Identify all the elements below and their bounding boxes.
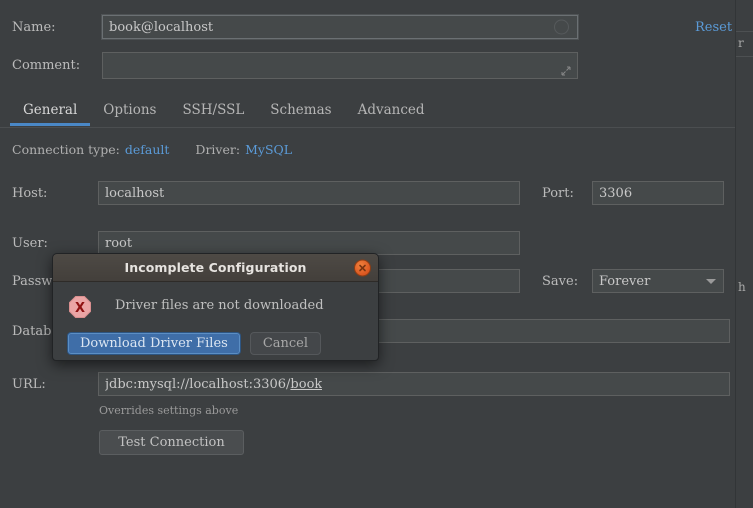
tab-ssh-ssl[interactable]: SSH/SSL bbox=[169, 98, 257, 126]
name-label: Name: bbox=[12, 20, 102, 35]
url-input[interactable]: jdbc:mysql://localhost:3306/book bbox=[98, 372, 730, 396]
url-label: URL: bbox=[12, 377, 98, 392]
test-connection-button[interactable]: Test Connection bbox=[99, 430, 244, 455]
tab-advanced[interactable]: Advanced bbox=[345, 98, 438, 126]
url-input-prefix: jdbc:mysql://localhost:3306/ bbox=[105, 377, 290, 392]
user-input[interactable]: root bbox=[98, 231, 520, 255]
dialog-message: Driver files are not downloaded bbox=[115, 298, 324, 313]
connection-type-value[interactable]: default bbox=[125, 142, 170, 157]
dialog-button-group: Download Driver Files Cancel bbox=[67, 332, 321, 355]
url-input-database: book bbox=[290, 377, 322, 392]
svg-text:X: X bbox=[75, 301, 85, 316]
right-edge-panel: r h bbox=[735, 0, 753, 508]
url-hint: Overrides settings above bbox=[99, 404, 238, 417]
name-row: Name: book@localhost bbox=[12, 15, 578, 39]
divider bbox=[736, 31, 753, 32]
driver-label: Driver: bbox=[195, 142, 240, 157]
port-input-value: 3306 bbox=[599, 186, 632, 201]
settings-tabs: General Options SSH/SSL Schemas Advanced bbox=[0, 98, 736, 128]
reset-link[interactable]: Reset bbox=[695, 20, 732, 35]
incomplete-configuration-dialog: Incomplete Configuration X Driver files … bbox=[52, 253, 379, 361]
port-label: Port: bbox=[542, 186, 592, 201]
save-row: Save: Forever bbox=[542, 269, 724, 293]
cancel-button[interactable]: Cancel bbox=[250, 332, 321, 355]
comment-label: Comment: bbox=[12, 58, 102, 73]
port-row: Port: 3306 bbox=[542, 181, 724, 205]
host-label: Host: bbox=[12, 186, 98, 201]
save-select-value: Forever bbox=[599, 274, 650, 289]
chevron-down-icon bbox=[706, 279, 716, 284]
connection-type-row: Connection type: default Driver: MySQL bbox=[12, 142, 292, 157]
download-driver-files-button[interactable]: Download Driver Files bbox=[67, 332, 241, 355]
user-row: User: root bbox=[12, 231, 520, 255]
name-status-circle-icon bbox=[554, 20, 569, 35]
error-octagon-icon: X bbox=[68, 295, 92, 319]
comment-input[interactable] bbox=[102, 52, 578, 79]
right-fragment-mid: h bbox=[738, 280, 746, 294]
tab-options[interactable]: Options bbox=[90, 98, 169, 126]
user-label: User: bbox=[12, 236, 98, 251]
dialog-titlebar: Incomplete Configuration bbox=[53, 254, 378, 282]
dialog-title: Incomplete Configuration bbox=[124, 260, 306, 275]
tab-schemas[interactable]: Schemas bbox=[257, 98, 344, 126]
divider bbox=[736, 56, 753, 57]
driver-value[interactable]: MySQL bbox=[245, 142, 292, 157]
name-input-value: book@localhost bbox=[109, 20, 213, 35]
name-input[interactable]: book@localhost bbox=[102, 15, 578, 39]
close-icon[interactable] bbox=[354, 259, 371, 276]
save-label: Save: bbox=[542, 274, 592, 289]
user-input-value: root bbox=[105, 236, 132, 251]
expand-icon[interactable] bbox=[561, 65, 571, 75]
comment-row: Comment: bbox=[12, 52, 578, 79]
save-select[interactable]: Forever bbox=[592, 269, 724, 293]
dialog-body: X Driver files are not downloaded Downlo… bbox=[53, 282, 378, 361]
host-row: Host: localhost bbox=[12, 181, 520, 205]
port-input[interactable]: 3306 bbox=[592, 181, 724, 205]
tab-general[interactable]: General bbox=[10, 98, 90, 126]
right-fragment-top: r bbox=[738, 36, 744, 50]
connection-type-label: Connection type: bbox=[12, 142, 120, 157]
url-row: URL: jdbc:mysql://localhost:3306/book bbox=[12, 372, 730, 396]
host-input[interactable]: localhost bbox=[98, 181, 520, 205]
host-input-value: localhost bbox=[105, 186, 164, 201]
